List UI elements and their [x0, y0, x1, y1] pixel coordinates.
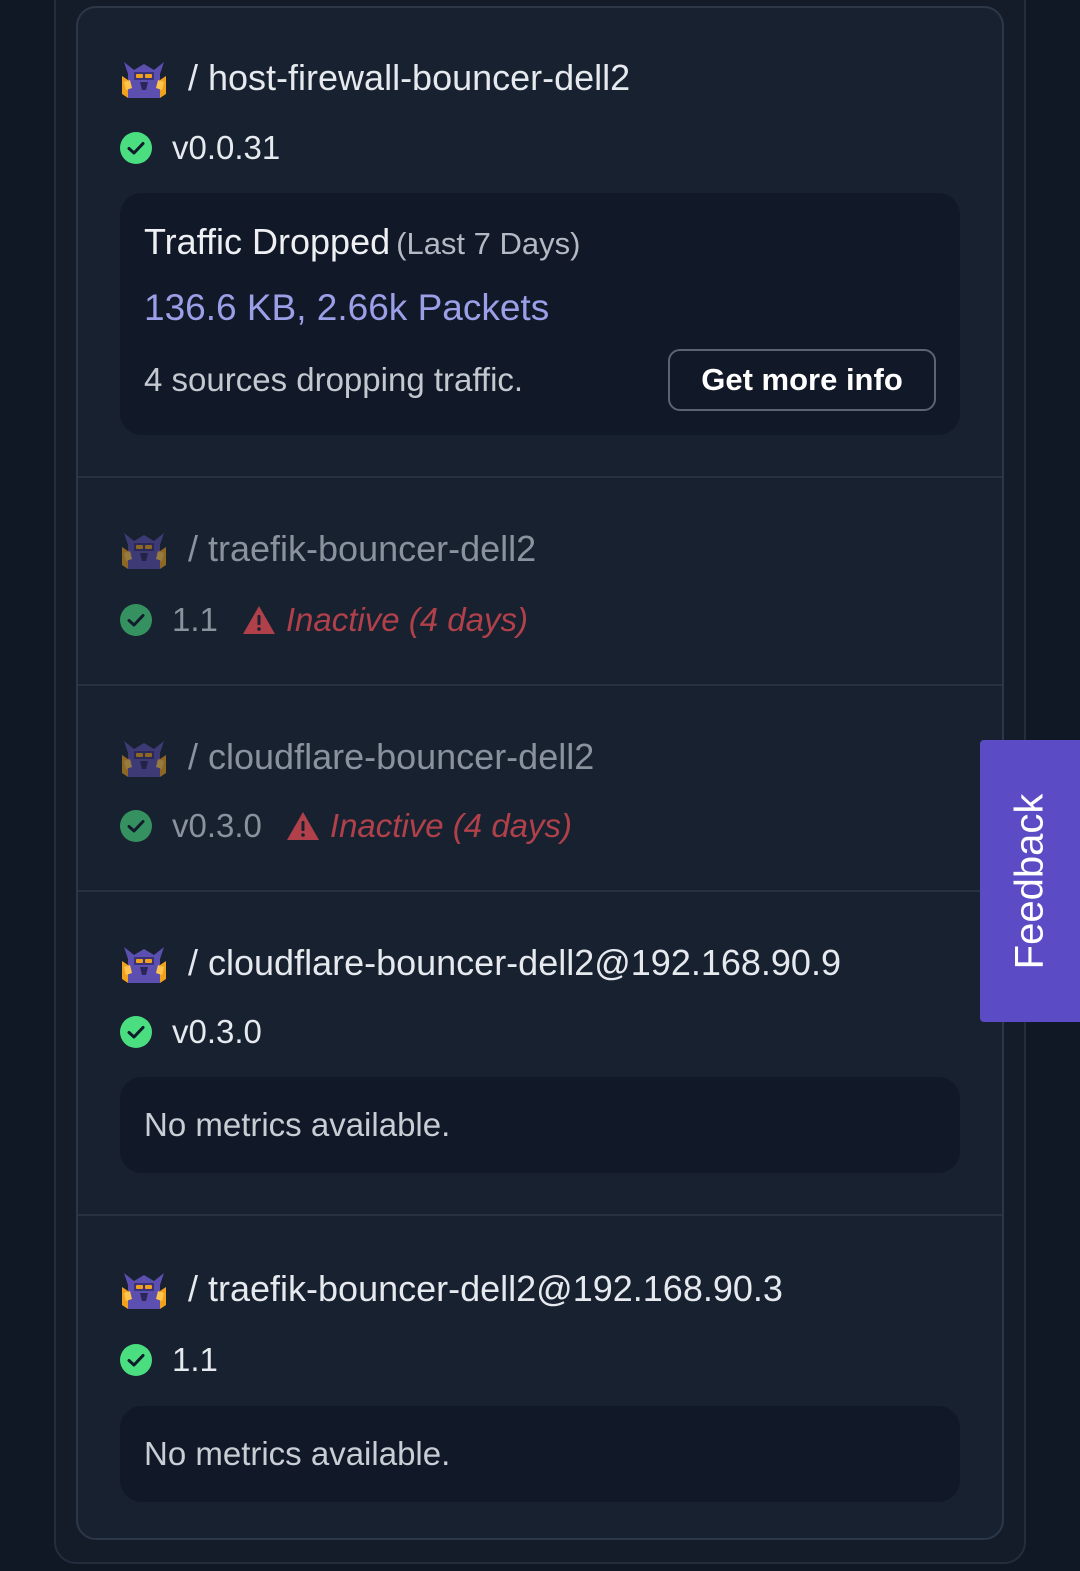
no-metrics-box: No metrics available. — [120, 1077, 960, 1173]
check-circle-icon — [120, 132, 152, 164]
bouncer-status-row: v0.3.0 Inactive (4 days) — [120, 806, 572, 846]
bouncer-item: / cloudflare-bouncer-dell2@192.168.90.9 … — [78, 892, 1002, 1216]
bouncer-item: / traefik-bouncer-dell2 1.1 Inactive (4 … — [78, 478, 1002, 686]
bouncer-title-row: / cloudflare-bouncer-dell2@192.168.90.9 — [120, 938, 841, 988]
crowdsec-mascot-icon — [120, 939, 168, 987]
get-more-info-button[interactable]: Get more info — [668, 349, 936, 411]
check-circle-icon — [120, 1016, 152, 1048]
crowdsec-mascot-icon — [120, 1265, 168, 1313]
crowdsec-mascot-icon — [120, 525, 168, 573]
bouncer-item: / cloudflare-bouncer-dell2 v0.3.0 Inacti… — [78, 686, 1002, 892]
bouncer-item: / traefik-bouncer-dell2@192.168.90.3 1.1… — [78, 1216, 1002, 1538]
bouncer-version: v0.0.31 — [172, 129, 281, 166]
warning-triangle-icon — [242, 605, 276, 635]
check-circle-icon — [120, 604, 152, 636]
bouncer-title-row: / host-firewall-bouncer-dell2 — [120, 53, 630, 103]
traffic-dropped-value: 136.6 KB, 2.66k Packets — [144, 287, 550, 328]
bouncer-status-row: v0.3.0 — [120, 1012, 262, 1052]
bouncer-title-row: / cloudflare-bouncer-dell2 — [120, 732, 594, 782]
bouncer-name: / host-firewall-bouncer-dell2 — [188, 57, 631, 98]
bouncer-item: / host-firewall-bouncer-dell2 v0.0.31 Tr… — [78, 8, 1002, 478]
check-circle-icon — [120, 810, 152, 842]
no-metrics-text: No metrics available. — [144, 1106, 451, 1143]
bouncer-name: / traefik-bouncer-dell2 — [188, 528, 537, 569]
traffic-dropped-title: Traffic Dropped (Last 7 Days) — [144, 221, 580, 263]
bouncer-title-row: / traefik-bouncer-dell2 — [120, 524, 536, 574]
bouncer-status-row: v0.0.31 — [120, 128, 280, 168]
feedback-tab[interactable]: Feedback — [980, 740, 1080, 1022]
traffic-dropped-box: Traffic Dropped (Last 7 Days) 136.6 KB, 2… — [120, 193, 960, 435]
no-metrics-box: No metrics available. — [120, 1406, 960, 1502]
traffic-dropped-period: (Last 7 Days) — [396, 226, 581, 261]
feedback-label: Feedback — [1007, 793, 1052, 969]
traffic-sources-count: 4 sources dropping traffic. — [144, 361, 524, 398]
no-metrics-text: No metrics available. — [144, 1435, 451, 1472]
warning-triangle-icon — [286, 811, 320, 841]
inactive-status: Inactive (4 days) — [329, 807, 573, 844]
bouncer-status-row: 1.1 Inactive (4 days) — [120, 600, 528, 640]
bouncers-card: / host-firewall-bouncer-dell2 v0.0.31 Tr… — [76, 6, 1004, 1540]
bouncer-version: 1.1 — [172, 601, 218, 638]
bouncer-name: / cloudflare-bouncer-dell2@192.168.90.9 — [188, 942, 841, 983]
bouncer-status-row: 1.1 — [120, 1340, 218, 1380]
bouncer-name: / cloudflare-bouncer-dell2 — [188, 736, 595, 777]
bouncer-name: / traefik-bouncer-dell2@192.168.90.3 — [188, 1268, 783, 1309]
bouncer-version: 1.1 — [172, 1341, 218, 1378]
bouncer-title-row: / traefik-bouncer-dell2@192.168.90.3 — [120, 1264, 783, 1314]
bouncer-version: v0.3.0 — [172, 807, 262, 844]
traffic-dropped-label: Traffic Dropped — [144, 221, 391, 262]
crowdsec-mascot-icon — [120, 733, 168, 781]
check-circle-icon — [120, 1344, 152, 1376]
inactive-status: Inactive (4 days) — [285, 601, 528, 638]
crowdsec-mascot-icon — [120, 54, 168, 102]
bouncer-version: v0.3.0 — [172, 1013, 262, 1050]
